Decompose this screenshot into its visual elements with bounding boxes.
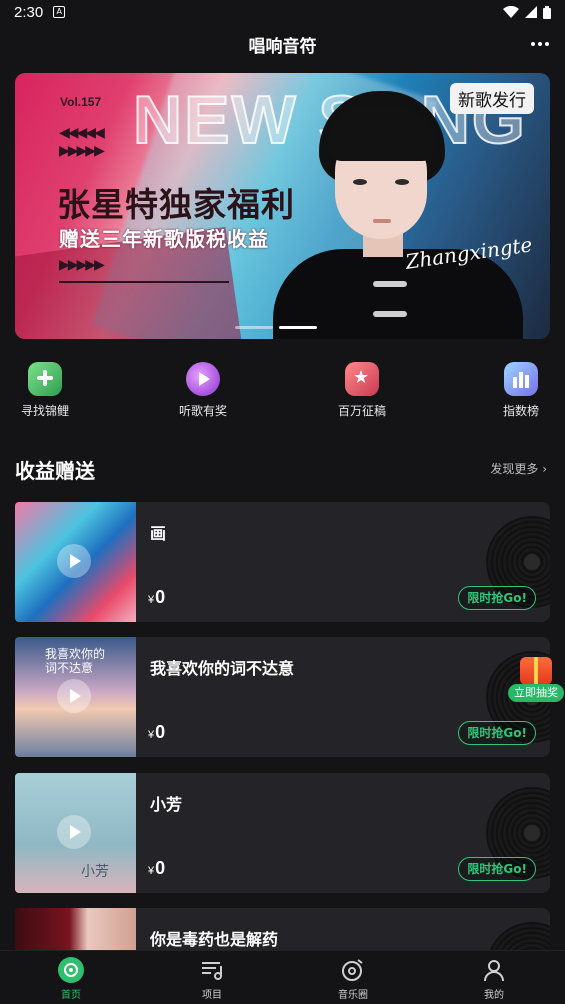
quick-action-label: 指数榜 bbox=[502, 404, 539, 418]
song-card[interactable]: 画 ¥0 限时抢Go! bbox=[15, 502, 550, 622]
tab-label: 项目 bbox=[202, 990, 222, 1001]
user-icon bbox=[481, 957, 507, 983]
song-title: 小芳 bbox=[150, 795, 183, 814]
tab-music-circle[interactable]: 音乐圈 bbox=[318, 957, 388, 1001]
tab-label: 我的 bbox=[484, 990, 504, 1001]
bar-chart-icon bbox=[504, 362, 538, 396]
gift-box-icon bbox=[520, 657, 552, 685]
song-card[interactable]: 小芳 小芳 ¥0 限时抢Go! bbox=[15, 773, 550, 893]
playlist-icon bbox=[199, 957, 225, 983]
song-price: ¥0 bbox=[148, 722, 166, 742]
song-cover bbox=[15, 502, 136, 622]
banner-headline: 张星特独家福利 bbox=[57, 185, 295, 224]
song-title: 画 bbox=[150, 524, 167, 543]
song-cover: 我喜欢你的词不达意 bbox=[15, 637, 136, 757]
play-disc-icon bbox=[186, 362, 220, 396]
song-title: 我喜欢你的词不达意 bbox=[150, 659, 295, 678]
page-title: 唱响音符 bbox=[248, 36, 317, 57]
quick-action-find-koi[interactable]: 寻找锦鲤 bbox=[5, 362, 85, 419]
bottom-tab-bar: 首页 项目 音乐圈 我的 bbox=[0, 950, 565, 1004]
quick-action-call-for-submissions[interactable]: ★ 百万征稿 bbox=[322, 362, 402, 419]
banner-volume: Vol.157 bbox=[60, 95, 102, 109]
quick-action-label: 寻找锦鲤 bbox=[20, 404, 69, 418]
notification-icon: A bbox=[53, 6, 66, 18]
song-price: ¥0 bbox=[148, 587, 166, 607]
star-box-icon: ★ bbox=[345, 362, 379, 396]
tab-me[interactable]: 我的 bbox=[459, 957, 529, 1001]
banner-arrows-decor: ▶▶▶▶▶ bbox=[59, 257, 105, 273]
artist-photo bbox=[273, 91, 533, 339]
tab-projects[interactable]: 项目 bbox=[177, 957, 247, 1001]
wifi-icon bbox=[503, 6, 519, 18]
app-bar: 唱响音符 bbox=[0, 24, 565, 64]
grab-now-button[interactable]: 限时抢Go! bbox=[458, 857, 536, 881]
section-title: 收益赠送 bbox=[15, 459, 95, 483]
song-title: 你是毒药也是解药 bbox=[150, 930, 279, 949]
promo-banner[interactable]: NEW SONG PF Vol.157 ◀◀◀◀◀ ▶▶▶▶▶ 张星特独家福利 … bbox=[15, 73, 550, 339]
quick-action-index-chart[interactable]: 指数榜 bbox=[481, 362, 561, 419]
banner-arrows-decor: ◀◀◀◀◀ bbox=[59, 125, 105, 141]
song-card[interactable]: 我喜欢你的词不达意 我喜欢你的词不达意 ¥0 限时抢Go! bbox=[15, 637, 550, 757]
quick-actions: 寻找锦鲤 听歌有奖 ★ 百万征稿 指数榜 bbox=[0, 362, 565, 424]
quick-action-listen-reward[interactable]: 听歌有奖 bbox=[163, 362, 243, 419]
status-time: 2:30 bbox=[14, 3, 44, 21]
tab-label: 首页 bbox=[61, 990, 81, 1001]
tab-home[interactable]: 首页 bbox=[36, 957, 106, 1001]
home-disc-icon bbox=[58, 957, 84, 983]
cover-text: 我喜欢你的词不达意 bbox=[45, 647, 106, 675]
play-icon[interactable] bbox=[57, 679, 91, 713]
song-cover: 小芳 bbox=[15, 773, 136, 893]
banner-tag: 新歌发行 bbox=[450, 83, 534, 114]
battery-icon bbox=[543, 5, 551, 19]
play-icon[interactable] bbox=[57, 815, 91, 849]
banner-arrows-decor: ▶▶▶▶▶ bbox=[59, 143, 105, 159]
banner-subheadline: 赠送三年新歌版税收益 bbox=[59, 227, 269, 251]
quick-action-label: 百万征稿 bbox=[337, 404, 386, 418]
more-dots-icon[interactable] bbox=[527, 32, 553, 56]
grab-now-button[interactable]: 限时抢Go! bbox=[458, 721, 536, 745]
discover-more-link[interactable]: 发现更多 › bbox=[490, 460, 547, 477]
cover-text: 小芳 bbox=[81, 864, 109, 880]
quick-action-label: 听歌有奖 bbox=[178, 404, 227, 418]
lottery-label: 立即抽奖 bbox=[508, 684, 564, 702]
signal-icon bbox=[525, 6, 537, 18]
banner-page-indicator bbox=[235, 326, 317, 329]
music-circle-icon bbox=[340, 957, 366, 983]
banner-divider bbox=[59, 281, 229, 283]
grab-now-button[interactable]: 限时抢Go! bbox=[458, 586, 536, 610]
tab-label: 音乐圈 bbox=[338, 990, 368, 1001]
song-price: ¥0 bbox=[148, 858, 166, 878]
lottery-floating-button[interactable]: 立即抽奖 bbox=[508, 655, 564, 705]
game-controller-icon bbox=[28, 362, 62, 396]
play-icon[interactable] bbox=[57, 544, 91, 578]
status-bar: 2:30 A bbox=[0, 0, 565, 24]
